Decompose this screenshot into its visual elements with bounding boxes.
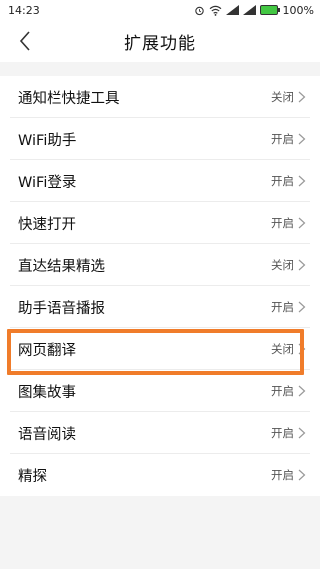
setting-value-group: 开启: [271, 173, 306, 189]
setting-row-voice-reading[interactable]: 语音阅读 开启: [0, 412, 320, 454]
chevron-right-icon: [298, 175, 306, 187]
signal-icon-1: [225, 5, 239, 15]
page-title: 扩展功能: [124, 33, 196, 54]
setting-value: 关闭: [271, 342, 294, 356]
setting-value-group: 关闭: [271, 341, 306, 357]
setting-label: 图集故事: [18, 384, 76, 401]
setting-label: 助手语音播报: [18, 300, 105, 317]
setting-row-jingtan[interactable]: 精探 开启: [0, 454, 320, 496]
chevron-right-icon: [298, 133, 306, 145]
setting-value: 开启: [271, 426, 294, 440]
setting-value: 开启: [271, 300, 294, 314]
setting-value-group: 开启: [271, 383, 306, 399]
setting-row-wifi-assistant[interactable]: WiFi助手 开启: [0, 118, 320, 160]
setting-value: 关闭: [271, 258, 294, 272]
app-header: 扩展功能: [0, 20, 320, 62]
status-icons: 100%: [194, 4, 314, 17]
setting-value: 开启: [271, 468, 294, 482]
setting-value-group: 开启: [271, 131, 306, 147]
settings-list: 通知栏快捷工具 关闭 WiFi助手 开启 WiFi登录 开启 快速打开 开启 直…: [0, 76, 320, 496]
chevron-right-icon: [298, 91, 306, 103]
setting-row-quick-open[interactable]: 快速打开 开启: [0, 202, 320, 244]
setting-label: WiFi登录: [18, 174, 77, 191]
battery-icon: [259, 5, 280, 15]
wifi-icon: [209, 5, 221, 16]
setting-value: 开启: [271, 132, 294, 146]
setting-value: 开启: [271, 216, 294, 230]
setting-value-group: 开启: [271, 467, 306, 483]
setting-label: 通知栏快捷工具: [18, 90, 120, 107]
setting-value-group: 开启: [271, 299, 306, 315]
setting-row-voice-broadcast[interactable]: 助手语音播报 开启: [0, 286, 320, 328]
setting-row-direct-results[interactable]: 直达结果精选 关闭: [0, 244, 320, 286]
setting-row-photo-story[interactable]: 图集故事 开启: [0, 370, 320, 412]
battery-indicator: 100%: [259, 3, 314, 17]
setting-value-group: 关闭: [271, 89, 306, 105]
setting-value: 开启: [271, 174, 294, 188]
setting-label: 语音阅读: [18, 426, 76, 443]
chevron-right-icon: [298, 301, 306, 313]
chevron-right-icon: [298, 427, 306, 439]
setting-value: 关闭: [271, 90, 294, 104]
chevron-left-icon: [19, 31, 30, 51]
chevron-right-icon: [298, 343, 306, 355]
setting-row-notification-toolbar[interactable]: 通知栏快捷工具 关闭: [0, 76, 320, 118]
setting-label: 网页翻译: [18, 342, 76, 359]
battery-percent: 100%: [282, 3, 314, 17]
setting-label: 快速打开: [18, 216, 76, 233]
setting-label: 精探: [18, 468, 47, 485]
setting-value-group: 开启: [271, 425, 306, 441]
status-bar: 14:23 100%: [0, 0, 320, 20]
setting-value: 开启: [271, 384, 294, 398]
setting-label: WiFi助手: [18, 132, 77, 149]
setting-label: 直达结果精选: [18, 258, 105, 275]
back-button[interactable]: [14, 30, 36, 52]
signal-icon-2: [242, 5, 256, 15]
setting-row-wifi-login[interactable]: WiFi登录 开启: [0, 160, 320, 202]
setting-value-group: 开启: [271, 215, 306, 231]
setting-value-group: 关闭: [271, 257, 306, 273]
chevron-right-icon: [298, 385, 306, 397]
alarm-icon: [194, 6, 204, 15]
chevron-right-icon: [298, 469, 306, 481]
setting-row-web-translate[interactable]: 网页翻译 关闭: [0, 328, 320, 370]
status-time: 14:23: [8, 3, 40, 17]
chevron-right-icon: [298, 217, 306, 229]
chevron-right-icon: [298, 259, 306, 271]
